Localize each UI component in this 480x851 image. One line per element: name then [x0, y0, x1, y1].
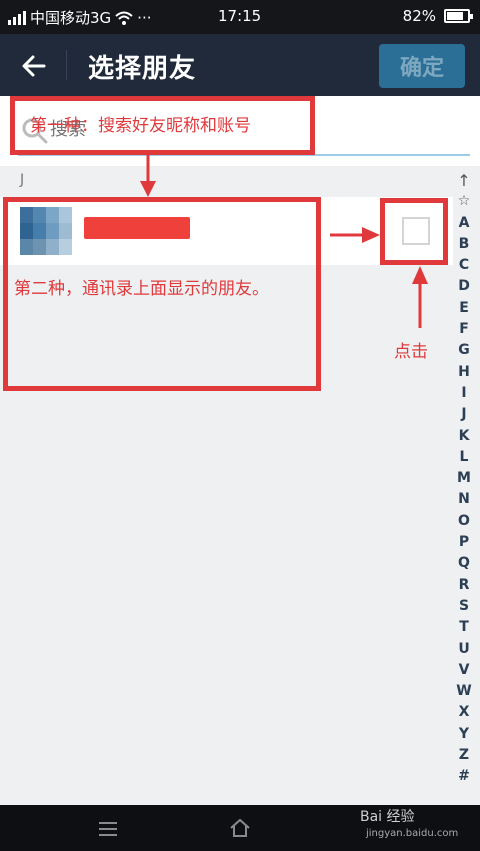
alphabet-index[interactable]: ↑ ☆ A B C D E F G H I J K L M N O P Q R S T U V W X Y Z # — [453, 170, 475, 788]
annotation-arrow-down — [140, 153, 156, 197]
alphabet-index-letter[interactable]: Z — [459, 745, 469, 766]
alphabet-index-letter[interactable]: Y — [459, 724, 469, 745]
annotation-checkbox-box — [380, 198, 448, 265]
annotation-arrow-right — [330, 227, 380, 243]
battery-percent: 82% — [402, 7, 436, 25]
alphabet-index-letter[interactable]: O — [458, 511, 470, 532]
status-left: 中国移动3G ··· — [8, 7, 151, 28]
alphabet-index-letter[interactable]: T — [459, 617, 469, 638]
alphabet-index-letter[interactable]: X — [459, 702, 470, 723]
section-header: J — [20, 172, 25, 188]
signal-icon — [8, 10, 26, 25]
home-icon[interactable] — [229, 818, 251, 838]
annotation-click-hint: 点击 — [394, 342, 428, 362]
watermark-url: jingyan.baidu.com — [366, 828, 459, 839]
alphabet-index-letter[interactable]: L — [460, 447, 469, 468]
alphabet-index-letter[interactable]: S — [459, 596, 469, 617]
alphabet-index-letter[interactable]: J — [461, 404, 466, 425]
annotation-method-two: 第二种，通讯录上面显示的朋友。 — [14, 279, 269, 299]
status-right: 82% — [402, 7, 473, 25]
alphabet-index-letter[interactable]: F — [459, 319, 469, 340]
alphabet-index-letter[interactable]: ☆ — [458, 191, 471, 212]
page-title: 选择朋友 — [88, 54, 197, 84]
alphabet-index-letter[interactable]: U — [458, 639, 469, 660]
alphabet-index-letter[interactable]: N — [458, 489, 470, 510]
alphabet-index-letter[interactable]: R — [459, 575, 470, 596]
confirm-button[interactable]: 确定 — [379, 44, 465, 88]
alphabet-index-letter[interactable]: B — [459, 234, 470, 255]
alphabet-index-letter[interactable]: V — [459, 660, 470, 681]
battery-fill — [447, 12, 464, 20]
alphabet-index-letter[interactable]: W — [456, 681, 471, 702]
menu-icon[interactable] — [98, 821, 118, 837]
annotation-method-one: 第一种：搜索好友昵称和账号 — [30, 116, 251, 136]
title-divider — [66, 50, 67, 80]
alphabet-index-letter[interactable]: # — [458, 766, 470, 787]
alphabet-index-letter[interactable]: I — [461, 383, 466, 404]
alphabet-index-letter[interactable]: E — [459, 298, 469, 319]
status-bar: 中国移动3G ··· 17:15 82% — [0, 0, 480, 34]
alphabet-index-letter[interactable]: M — [457, 468, 471, 489]
more-indicator: ··· — [137, 8, 152, 27]
alphabet-index-letter[interactable]: C — [459, 255, 469, 276]
alphabet-index-letter[interactable]: D — [458, 276, 470, 297]
alphabet-index-letter[interactable]: K — [459, 426, 470, 447]
alphabet-index-letter[interactable]: A — [459, 213, 470, 234]
title-bar: 选择朋友 确定 — [0, 34, 480, 96]
alphabet-index-letter[interactable]: P — [459, 532, 469, 553]
annotation-arrow-up — [412, 266, 428, 328]
alphabet-index-letter[interactable]: G — [458, 340, 470, 361]
status-time: 17:15 — [218, 7, 262, 25]
alphabet-index-letter[interactable]: Q — [458, 553, 470, 574]
arrow-left-icon — [22, 55, 46, 77]
battery-icon — [444, 9, 473, 23]
alphabet-index-letter[interactable]: H — [458, 362, 470, 383]
back-button[interactable] — [14, 46, 54, 86]
watermark-brand: Bai 经验 — [360, 809, 415, 825]
wifi-icon — [115, 11, 133, 25]
carrier-label: 中国移动3G — [30, 9, 112, 27]
alphabet-index-letter[interactable]: ↑ — [457, 170, 470, 191]
